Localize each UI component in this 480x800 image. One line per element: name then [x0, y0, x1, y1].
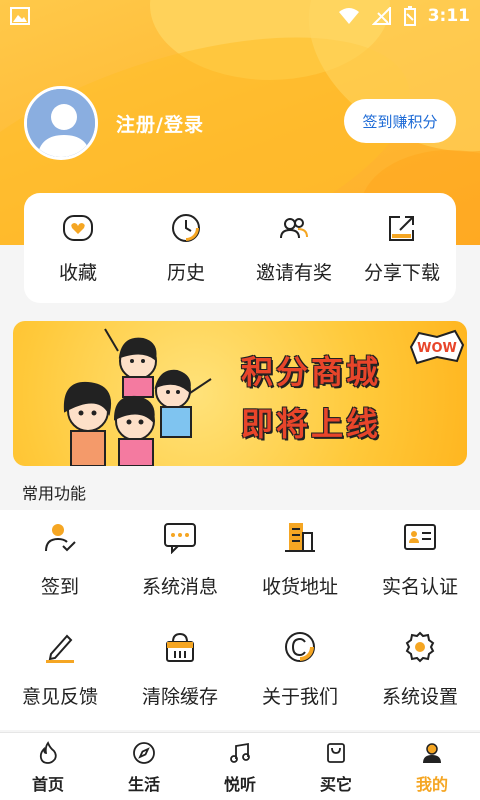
nav-home-label: 首页	[31, 775, 64, 794]
checkin-label: 签到	[40, 576, 79, 598]
share-download-button[interactable]: 分享下载	[348, 212, 456, 285]
music-icon	[230, 742, 250, 763]
profile-section[interactable]: 注册/登录	[24, 86, 204, 160]
id-card-icon	[404, 524, 436, 550]
cartoon-kids-illustration	[63, 328, 212, 466]
checkin-button[interactable]: 签到	[0, 510, 120, 620]
status-bar: 3:11	[0, 0, 480, 32]
banner-line1: 积分商城	[241, 353, 382, 391]
system-messages-button[interactable]: 系统消息	[120, 510, 240, 620]
nav-mine-label: 我的	[415, 775, 448, 794]
wow-badge-text: WOW	[417, 341, 457, 356]
copyright-icon	[285, 632, 315, 662]
avatar[interactable]	[24, 86, 98, 160]
shipping-address-label: 收货地址	[261, 576, 338, 598]
about-us-label: 关于我们	[261, 686, 338, 708]
clear-cache-label: 清除缓存	[141, 686, 218, 708]
common-functions-grid: 签到 系统消息 收货地址 实名认证 意见反馈 清除缓存 关于我们 系统设置	[0, 510, 480, 730]
pencil-icon	[46, 634, 74, 663]
invite-label: 邀请有奖	[255, 261, 332, 284]
favorites-button[interactable]: 收藏	[24, 212, 132, 285]
real-name-auth-label: 实名认证	[381, 576, 458, 598]
system-settings-label: 系统设置	[381, 686, 458, 708]
battery-icon	[403, 6, 416, 26]
signal-icon	[371, 7, 391, 25]
gear-icon	[405, 631, 435, 663]
heart-icon	[63, 214, 93, 241]
feedback-button[interactable]: 意见反馈	[0, 620, 120, 730]
nav-life-label: 生活	[127, 775, 160, 794]
nav-life[interactable]: 生活	[96, 733, 192, 800]
login-link[interactable]: 注册/登录	[116, 110, 204, 137]
wifi-icon	[338, 8, 359, 24]
points-mall-banner[interactable]: 积分商城 即将上线 WOW	[13, 321, 467, 466]
banner-line2: 即将上线	[241, 405, 382, 443]
nav-home[interactable]: 首页	[0, 733, 96, 800]
nav-listen-label: 悦听	[223, 775, 256, 794]
user-icon	[423, 743, 441, 763]
user-check-icon	[45, 524, 76, 552]
image-notification-icon	[10, 7, 30, 25]
banner-title: 积分商城 即将上线	[241, 347, 381, 445]
message-icon	[164, 523, 196, 554]
clock-icon	[172, 213, 200, 242]
basket-icon	[166, 632, 194, 662]
signin-points-button[interactable]: 签到赚积分	[344, 99, 456, 143]
system-messages-label: 系统消息	[141, 576, 218, 598]
system-settings-button[interactable]: 系统设置	[360, 620, 480, 730]
real-name-auth-button[interactable]: 实名认证	[360, 510, 480, 620]
nav-buy[interactable]: 买它	[288, 733, 384, 800]
history-button[interactable]: 历史	[132, 212, 240, 285]
compass-icon	[133, 742, 155, 764]
bottom-nav: 首页 生活 悦听 买它 我的	[0, 732, 480, 800]
clear-cache-button[interactable]: 清除缓存	[120, 620, 240, 730]
nav-mine[interactable]: 我的	[384, 733, 480, 800]
wow-badge-icon: WOW	[409, 329, 465, 365]
nav-listen[interactable]: 悦听	[192, 733, 288, 800]
users-icon	[280, 217, 308, 238]
nav-buy-label: 买它	[319, 775, 352, 794]
shipping-address-button[interactable]: 收货地址	[240, 510, 360, 620]
feedback-label: 意见反馈	[21, 686, 98, 708]
share-icon	[389, 215, 414, 241]
default-avatar-icon	[27, 89, 95, 157]
about-us-button[interactable]: 关于我们	[240, 620, 360, 730]
share-download-label: 分享下载	[363, 261, 440, 284]
clock-time: 3:11	[427, 6, 470, 26]
flame-icon	[39, 741, 57, 764]
quick-actions-card: 收藏 历史 邀请有奖 分享下载	[24, 193, 456, 303]
favorites-label: 收藏	[58, 261, 97, 284]
shopping-bag-icon	[327, 743, 345, 763]
invite-button[interactable]: 邀请有奖	[240, 212, 348, 285]
common-functions-title: 常用功能	[22, 484, 87, 503]
building-icon	[285, 523, 315, 552]
history-label: 历史	[166, 261, 205, 284]
